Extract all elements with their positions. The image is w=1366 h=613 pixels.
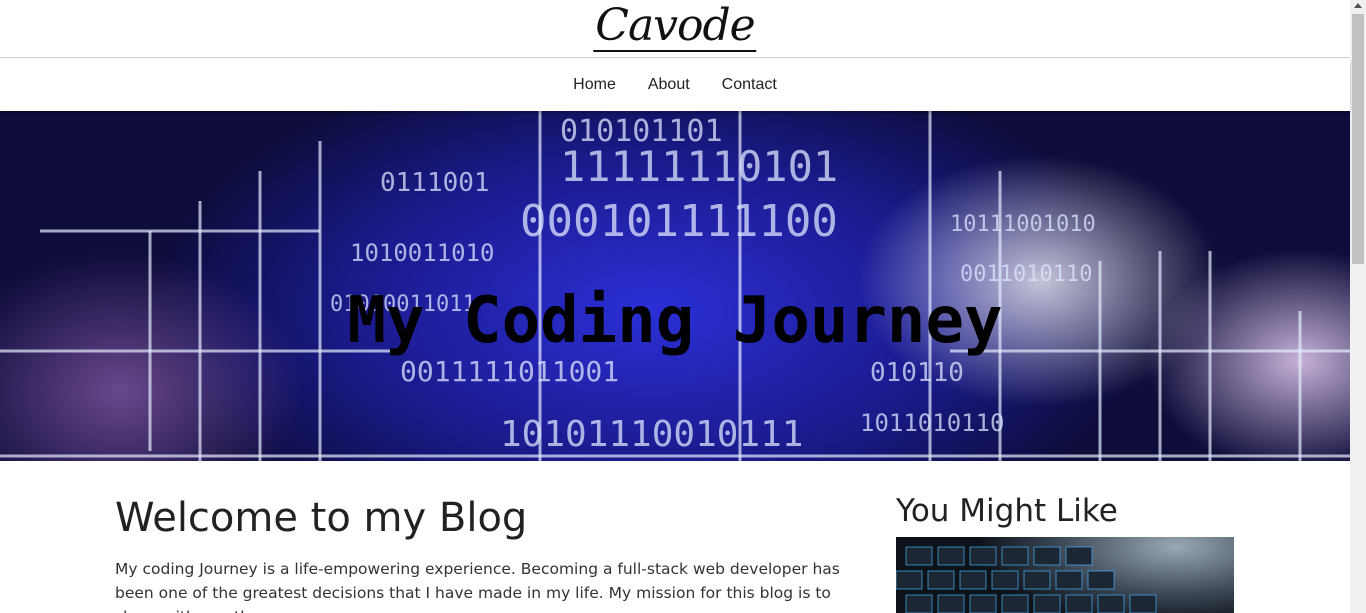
scroll-thumb[interactable] bbox=[1352, 14, 1364, 264]
intro-paragraph: My coding Journey is a life-empowering e… bbox=[115, 560, 840, 613]
logo-bar: Cavode bbox=[0, 0, 1350, 58]
main-nav: Home About Contact bbox=[0, 59, 1350, 111]
keyboard-image[interactable] bbox=[896, 537, 1234, 613]
svg-text:0011111011001: 0011111011001 bbox=[400, 355, 619, 388]
page-scrollbar[interactable] bbox=[1350, 0, 1366, 613]
welcome-heading: Welcome to my Blog bbox=[115, 495, 528, 541]
svg-text:010110: 010110 bbox=[870, 358, 964, 388]
sidebar-you-might-like: You Might Like bbox=[896, 492, 1234, 613]
svg-text:11111110101: 11111110101 bbox=[560, 142, 838, 191]
svg-text:0111001: 0111001 bbox=[380, 168, 490, 198]
hero-banner: 010101101 11111110101 000101111100 01110… bbox=[0, 111, 1350, 461]
svg-text:1010011010: 1010011010 bbox=[350, 239, 495, 267]
svg-text:1011010110: 1011010110 bbox=[860, 409, 1005, 437]
scroll-up-icon[interactable] bbox=[1354, 3, 1362, 8]
site-logo[interactable]: Cavode bbox=[593, 2, 757, 52]
nav-about[interactable]: About bbox=[648, 76, 690, 94]
hero-title: My Coding Journey bbox=[347, 284, 1003, 358]
svg-text:000101111100: 000101111100 bbox=[520, 196, 838, 247]
svg-text:10111001010: 10111001010 bbox=[950, 212, 1096, 237]
you-might-like-heading: You Might Like bbox=[896, 493, 1118, 529]
svg-text:10101110010111: 10101110010111 bbox=[500, 414, 803, 455]
keyboard-keys-graphic bbox=[896, 546, 1157, 613]
nav-contact[interactable]: Contact bbox=[722, 76, 777, 94]
main-content: Welcome to my Blog My coding Journey is … bbox=[115, 495, 855, 613]
nav-home[interactable]: Home bbox=[573, 76, 616, 94]
